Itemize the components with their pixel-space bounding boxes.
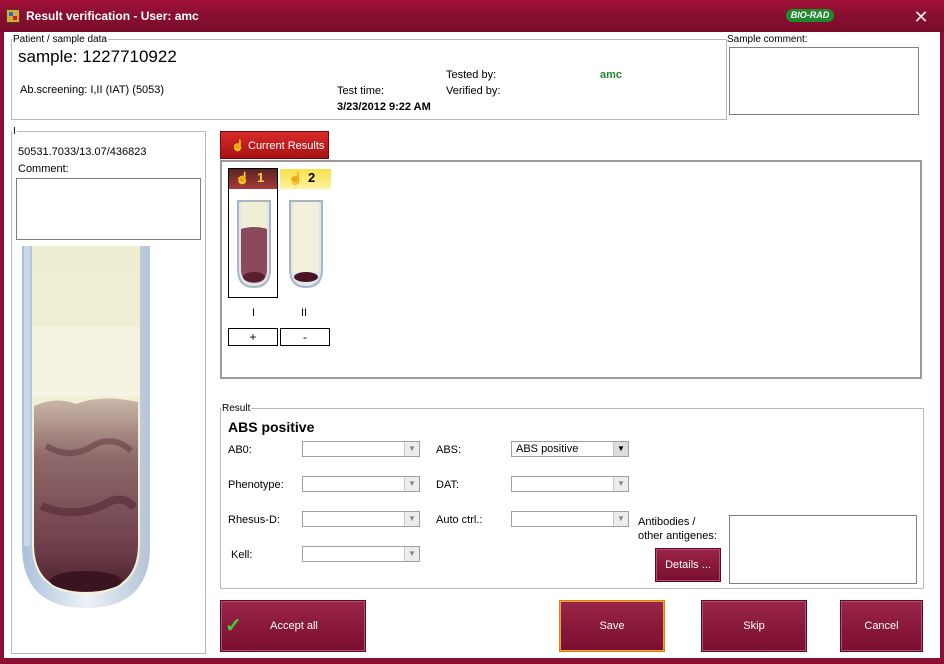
card-id: 50531.7033/13.07/436823: [18, 146, 147, 158]
chevron-down-icon: ▼: [613, 477, 628, 491]
test-time-value: 3/23/2012 9:22 AM: [337, 101, 431, 113]
accept-all-button[interactable]: ✓ Accept all: [220, 600, 366, 652]
abs-select-value: ABS positive: [516, 443, 579, 455]
well-1-header: ☝ 1: [229, 169, 277, 189]
hand-icon: ☝: [288, 171, 303, 185]
well-1-tube: [237, 200, 271, 289]
save-button[interactable]: Save: [559, 600, 665, 652]
sample-comment-field[interactable]: [729, 47, 919, 115]
tested-by-label: Tested by:: [446, 69, 497, 81]
abo-label: AB0:: [228, 444, 252, 456]
accept-all-label: Accept all: [270, 620, 318, 632]
well-2-result[interactable]: -: [280, 328, 330, 346]
test-time-label: Test time:: [337, 85, 385, 97]
sample-comment-legend: Sample comment:: [727, 34, 808, 45]
verified-by-label: Verified by:: [446, 85, 501, 97]
chevron-down-icon: ▼: [404, 442, 419, 456]
well-1-number: 1: [257, 170, 265, 185]
card-comment-field[interactable]: [16, 178, 201, 240]
well-2-label: II: [301, 307, 308, 319]
chevron-down-icon: ▼: [404, 477, 419, 491]
details-button[interactable]: Details ...: [655, 548, 721, 582]
window-frame-bottom: [0, 658, 944, 664]
abs-label: ABS:: [436, 444, 462, 456]
antibodies-label-line2: other antigenes:: [638, 530, 717, 542]
result-legend: Result: [222, 403, 251, 414]
skip-button[interactable]: Skip: [701, 600, 807, 652]
close-icon[interactable]: ✕: [912, 8, 930, 26]
phenotype-label: Phenotype:: [228, 479, 284, 491]
ab-screening: Ab.screening: I,II (IAT) (5053): [20, 84, 165, 96]
kell-select[interactable]: ▼: [302, 546, 420, 562]
result-heading: ABS positive: [228, 419, 315, 435]
rhesus-label: Rhesus-D:: [228, 514, 280, 526]
antibodies-field[interactable]: [729, 515, 917, 584]
card-legend: I: [13, 126, 16, 137]
tab-label: Current Results: [248, 140, 325, 152]
well-2-tube: [289, 200, 323, 289]
well-1-label: I: [252, 307, 256, 319]
hand-icon: ☝: [235, 171, 250, 185]
tab-current-results[interactable]: ☝ Current Results: [220, 131, 329, 159]
phenotype-select[interactable]: ▼: [302, 476, 420, 492]
well-2-header[interactable]: ☝ 2: [280, 169, 331, 189]
dat-select[interactable]: ▼: [511, 476, 629, 492]
tested-by-value: amc: [600, 69, 623, 81]
chevron-down-icon: ▼: [613, 442, 628, 456]
chevron-down-icon: ▼: [404, 547, 419, 561]
patient-legend: Patient / sample data: [13, 34, 107, 45]
rhesus-select[interactable]: ▼: [302, 511, 420, 527]
cancel-button[interactable]: Cancel: [840, 600, 923, 652]
card-comment-label: Comment:: [18, 163, 69, 175]
auto-ctrl-label: Auto ctrl.:: [436, 514, 483, 526]
window-frame-left: [0, 32, 4, 664]
window-title: Result verification - User: amc: [26, 9, 199, 23]
kell-label: Kell:: [231, 549, 253, 561]
large-tube-image: [16, 246, 160, 628]
chevron-down-icon: ▼: [613, 512, 628, 526]
abo-select[interactable]: ▼: [302, 441, 420, 457]
bio-rad-logo: BIO-RAD: [786, 9, 834, 22]
abs-select[interactable]: ABS positive ▼: [511, 441, 629, 457]
well-1-result[interactable]: +: [228, 328, 278, 346]
auto-ctrl-select[interactable]: ▼: [511, 511, 629, 527]
hand-icon: ☝: [231, 140, 245, 152]
app-icon: [6, 9, 20, 23]
well-2-number: 2: [308, 170, 316, 185]
window-frame-right: [940, 32, 944, 664]
antibodies-label-line1: Antibodies /: [638, 516, 696, 528]
results-panel: [220, 160, 922, 379]
sample-number: sample: 1227710922: [18, 47, 177, 66]
chevron-down-icon: ▼: [404, 512, 419, 526]
dat-label: DAT:: [436, 479, 460, 491]
